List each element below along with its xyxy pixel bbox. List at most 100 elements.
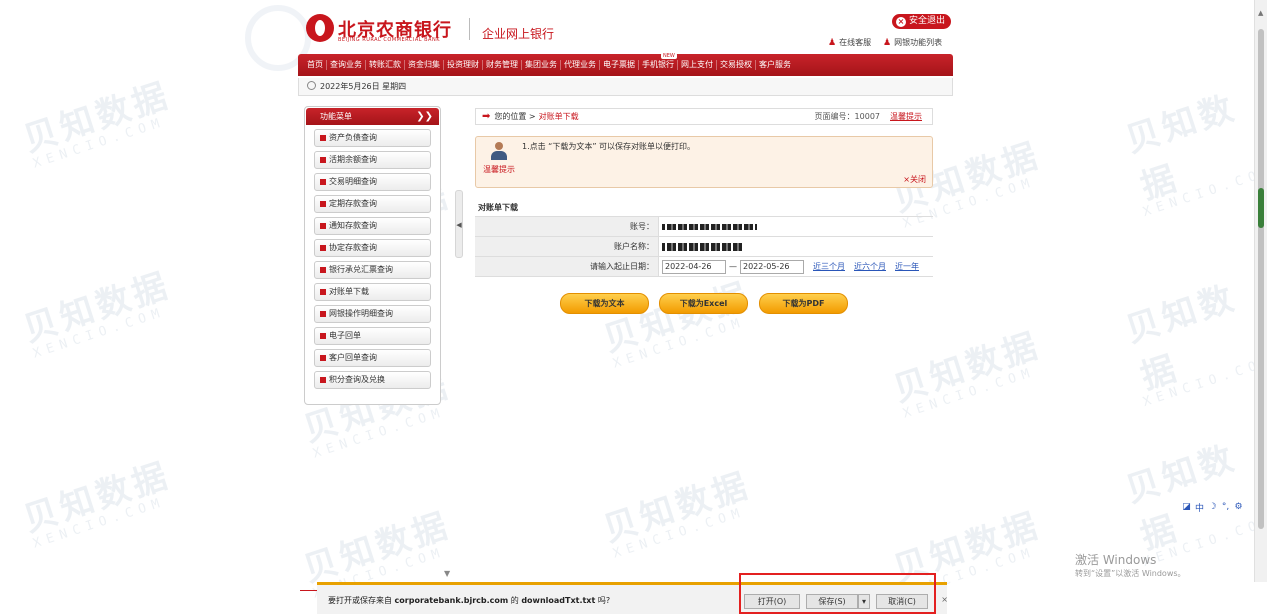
nav-item[interactable]: 资金归集 <box>405 60 444 70</box>
download-notification-bar: 要打开或保存来自 corporatebank.bjrcb.com 的 downl… <box>317 582 948 614</box>
nav-item[interactable]: 电子票据 <box>600 60 639 70</box>
breadcrumb: ➡ 您的位置 > 对账单下载 页面编号：10007 温馨提示 <box>475 108 933 125</box>
portal-title: 企业网上银行 <box>482 27 555 41</box>
download-text-button[interactable]: 下载为文本 <box>560 293 649 314</box>
sidebar-item[interactable]: 积分查询及兑换 <box>314 371 431 389</box>
nav-item[interactable]: 代理业务 <box>561 60 600 70</box>
tips-panel: 温馨提示 1.点击 “下载为文本” 可以保存对账单以便打印。 ×关闭 <box>475 136 933 188</box>
nav-item[interactable]: 集团业务 <box>522 60 561 70</box>
watermark: 贝知数据XENCIO.COM <box>888 505 1046 602</box>
close-icon[interactable]: × <box>941 595 948 604</box>
last-six-months-link[interactable]: 近六个月 <box>854 257 886 276</box>
watermark: 贝知数据XENCIO.COM <box>18 455 176 552</box>
start-date-input[interactable]: 2022-04-26 <box>662 259 726 274</box>
logout-button[interactable]: × 安全退出 <box>892 14 952 29</box>
sidebar-item[interactable]: 网银操作明细查询 <box>314 305 431 323</box>
account-value <box>659 217 933 236</box>
nav-item[interactable]: 转账汇款 <box>366 60 405 70</box>
sidebar-item[interactable]: 电子回单 <box>314 327 431 345</box>
sidebar-item[interactable]: 通知存款查询 <box>314 217 431 235</box>
watermark: 贝知数据XENCIO.COM <box>598 465 756 562</box>
breadcrumb-current: 对账单下载 <box>538 112 579 121</box>
account-row: 账号： <box>475 217 933 237</box>
online-service-link[interactable]: ♟ 在线客服 <box>828 37 871 48</box>
redacted-account <box>662 223 757 230</box>
bullet-icon <box>320 377 326 383</box>
account-label: 账号： <box>475 217 659 236</box>
date-separator: — <box>729 262 737 271</box>
bullet-icon <box>320 135 326 141</box>
tips-message: 1.点击 “下载为文本” 可以保存对账单以便打印。 <box>522 142 696 151</box>
scroll-marker <box>1258 188 1264 228</box>
date-range-label: 请输入起止日期： <box>475 257 659 276</box>
save-options-dropdown[interactable]: ▾ <box>858 594 870 609</box>
close-tips-link[interactable]: ×关闭 <box>903 174 926 185</box>
collapse-chevron-icon[interactable]: ❯❯ <box>416 108 433 125</box>
bank-logo-icon <box>306 14 334 42</box>
bullet-icon <box>320 179 326 185</box>
sidebar-item[interactable]: 资产负债查询 <box>314 129 431 147</box>
download-pdf-button[interactable]: 下载为PDF <box>759 293 848 314</box>
nav-item[interactable]: 财务管理 <box>483 60 522 70</box>
statement-form: 对账单下载 账号： 账户名称： 请输入起止日期： 2022-04-26 — 20… <box>475 199 933 277</box>
sidebar-item[interactable]: 银行承兑汇票查询 <box>314 261 431 279</box>
cancel-button[interactable]: 取消(C) <box>876 594 928 609</box>
ime-moon-icon[interactable]: ☽ <box>1208 502 1217 512</box>
bullet-icon <box>320 267 326 273</box>
watermark: 贝知数据XENCIO.COM <box>888 325 1046 422</box>
tips-link[interactable]: 温馨提示 <box>890 109 922 124</box>
ime-punct-icon[interactable]: °, <box>1221 502 1230 512</box>
last-three-months-link[interactable]: 近三个月 <box>813 257 845 276</box>
bullet-icon <box>320 201 326 207</box>
bank-name-en: BEIJING RURAL COMMERCIAL BANK <box>338 37 440 43</box>
scroll-thumb[interactable] <box>1258 29 1264 529</box>
scroll-down-icon[interactable]: ▼ <box>444 569 450 578</box>
chevron-down-icon: ▾ <box>861 597 866 606</box>
date-bar: 2022年5月26日 星期四 <box>298 78 953 96</box>
sidebar-item[interactable]: 对账单下载 <box>314 283 431 301</box>
nav-item[interactable]: 首页 <box>304 60 327 70</box>
open-button[interactable]: 打开(O) <box>744 594 800 609</box>
current-date: 2022年5月26日 星期四 <box>320 82 407 91</box>
ime-settings-icon[interactable]: ⚙ <box>1234 502 1243 512</box>
sidebar-item[interactable]: 交易明细查询 <box>314 173 431 191</box>
scroll-up-icon[interactable]: ▲ <box>1258 9 1263 17</box>
save-button[interactable]: 保存(S) <box>806 594 858 609</box>
date-range-row: 请输入起止日期： 2022-04-26 — 2022-05-26 近三个月 近六… <box>475 257 933 277</box>
last-year-link[interactable]: 近一年 <box>895 257 919 276</box>
sidebar-item[interactable]: 定期存款查询 <box>314 195 431 213</box>
nav-item-mobile[interactable]: 手机银行 NEW <box>639 53 678 70</box>
nav-item[interactable]: 投资理财 <box>444 60 483 70</box>
download-domain: corporatebank.bjrcb.com <box>394 596 509 605</box>
bullet-icon <box>320 223 326 229</box>
function-list-link[interactable]: ♟ 网银功能列表 <box>883 37 942 48</box>
page-number: 页面编号：10007 <box>814 112 880 121</box>
vertical-scrollbar[interactable]: ▲ <box>1254 0 1267 582</box>
nav-item[interactable]: 客户服务 <box>756 60 794 70</box>
watermark: 贝知数据XENCIO.COM <box>1120 437 1267 570</box>
sidebar-item[interactable]: 客户回单查询 <box>314 349 431 367</box>
download-question: 要打开或保存来自 corporatebank.bjrcb.com 的 downl… <box>328 596 611 605</box>
watermark: 贝知数据XENCIO.COM <box>1120 87 1267 220</box>
ime-square-icon[interactable]: ◪ <box>1182 502 1191 512</box>
end-date-input[interactable]: 2022-05-26 <box>740 259 804 274</box>
clock-icon <box>307 81 316 90</box>
nav-item[interactable]: 交易授权 <box>717 60 756 70</box>
main-nav: 首页 查询业务 转账汇款 资金归集 投资理财 财务管理 集团业务 代理业务 电子… <box>298 53 953 76</box>
nav-item[interactable]: 网上支付 <box>678 60 717 70</box>
nav-item[interactable]: 查询业务 <box>327 60 366 70</box>
arrow-right-icon: ➡ <box>482 111 491 122</box>
account-name-value <box>659 237 933 256</box>
header-divider <box>469 18 470 40</box>
sidebar-item[interactable]: 协定存款查询 <box>314 239 431 257</box>
bullet-icon <box>320 157 326 163</box>
collapse-handle[interactable]: ◀ <box>455 190 463 258</box>
ime-lang-button[interactable]: 中 <box>1195 501 1204 514</box>
sidebar-item[interactable]: 活期余额查询 <box>314 151 431 169</box>
watermark: 贝知数据XENCIO.COM <box>298 505 456 602</box>
bullet-icon <box>320 245 326 251</box>
download-excel-button[interactable]: 下载为Excel <box>659 293 748 314</box>
tips-label: 温馨提示 <box>483 165 515 174</box>
account-name-row: 账户名称： <box>475 237 933 257</box>
bullet-icon <box>320 311 326 317</box>
